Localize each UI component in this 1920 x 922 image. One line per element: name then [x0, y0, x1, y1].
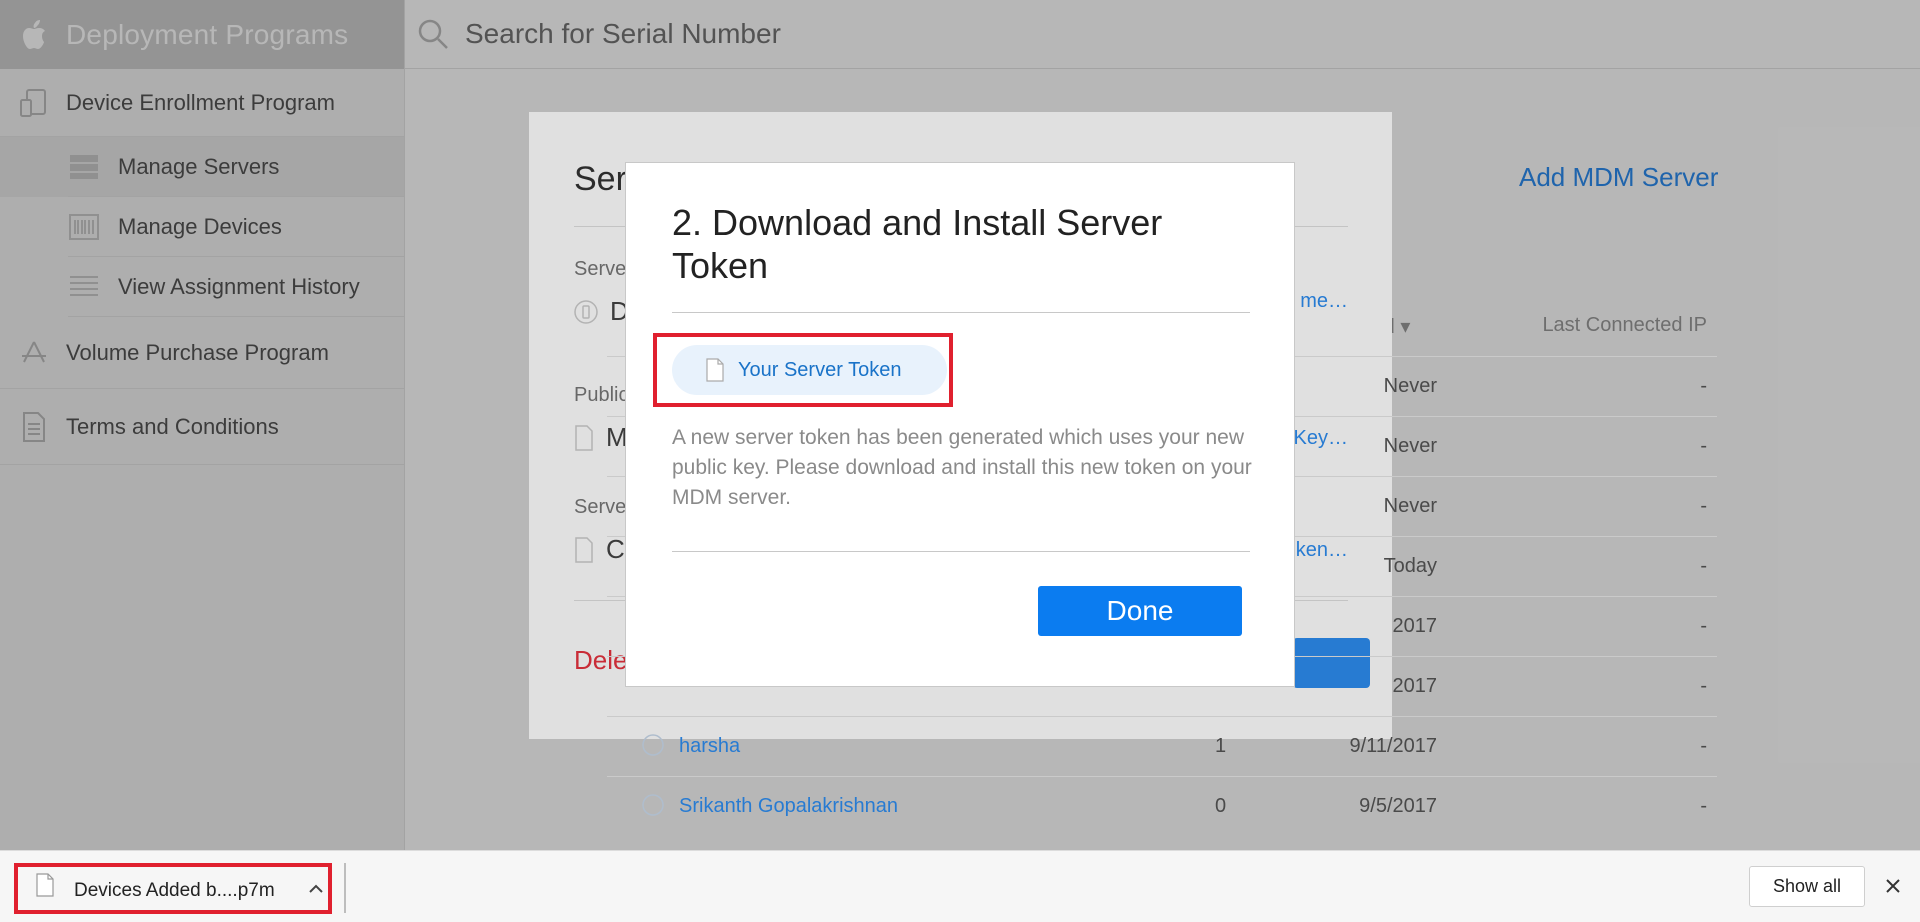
server-token-label: Your Server Token [738, 358, 902, 381]
modal-description: A new server token has been generated wh… [672, 426, 1252, 509]
download-item[interactable]: Devices Added b....p7m [14, 863, 332, 914]
server-token-download-button[interactable]: Your Server Token [672, 345, 947, 395]
close-icon[interactable] [1882, 875, 1904, 897]
file-icon [706, 358, 724, 382]
file-icon [36, 873, 54, 897]
chevron-up-icon[interactable] [306, 879, 326, 899]
modal-title: 2. Download and Install Server Token [672, 202, 1163, 286]
separator [344, 863, 346, 913]
divider [672, 551, 1250, 552]
download-token-modal: 2. Download and Install Server Token You… [625, 162, 1295, 687]
browser-download-bar: Devices Added b....p7m Show all [0, 850, 1920, 922]
divider [672, 312, 1250, 313]
show-all-button[interactable]: Show all [1749, 866, 1865, 907]
done-button[interactable]: Done [1038, 586, 1242, 636]
download-file-name: Devices Added b....p7m [74, 880, 275, 901]
